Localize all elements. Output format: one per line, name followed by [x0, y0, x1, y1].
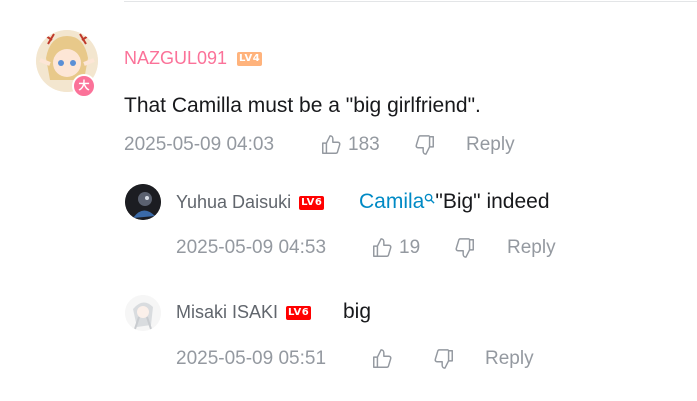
reply-username[interactable]: Yuhua Daisuki	[176, 192, 291, 213]
level-badge: LV6	[286, 305, 312, 320]
avatar-badge-label: 大	[78, 79, 90, 92]
reply-header: Yuhua Daisuki LV6	[176, 192, 325, 213]
reply-timestamp: 2025-05-09 04:53	[176, 237, 327, 258]
mention-link[interactable]: Camila	[359, 190, 424, 213]
thumbs-down-icon	[434, 349, 453, 369]
dislike-button[interactable]	[414, 134, 436, 156]
thumbs-up-icon	[322, 135, 341, 154]
avatar-image	[125, 295, 161, 331]
dislike-button[interactable]	[433, 348, 455, 370]
comment-header: NAZGUL091 LV4	[124, 48, 263, 69]
avatar-badge: 大	[72, 74, 96, 98]
like-button[interactable]: 183	[320, 134, 380, 156]
like-button[interactable]: 19	[371, 237, 420, 259]
top-divider	[124, 1, 697, 2]
like-button[interactable]	[371, 348, 393, 370]
reply-text: big	[343, 300, 372, 323]
comment-timestamp: 2025-05-09 04:03	[124, 134, 275, 155]
reply-button[interactable]: Reply	[485, 348, 534, 370]
reply-avatar[interactable]	[125, 184, 161, 220]
like-count: 183	[348, 134, 380, 155]
like-count: 19	[399, 237, 421, 258]
reply-timestamp: 2025-05-09 05:51	[176, 348, 327, 369]
reply-content: Camila "Big" indeed	[359, 190, 550, 214]
reply-text: "Big" indeed	[435, 190, 550, 213]
reply-avatar[interactable]	[125, 295, 161, 331]
comment-text: That Camilla must be a "big girlfriend".	[124, 94, 481, 117]
level-badge: LV4	[237, 51, 263, 66]
reply-button[interactable]: Reply	[507, 237, 556, 259]
level-badge: LV6	[299, 195, 325, 210]
comment-username[interactable]: NAZGUL091	[124, 48, 227, 69]
thumbs-down-icon	[415, 135, 434, 155]
reply-button[interactable]: Reply	[466, 134, 515, 156]
avatar-image	[125, 184, 161, 220]
reply-username[interactable]: Misaki ISAKI	[176, 302, 278, 323]
thumbs-up-icon	[373, 238, 392, 257]
thumbs-down-icon	[455, 238, 474, 258]
thumbs-up-icon	[373, 349, 392, 368]
reply-header: Misaki ISAKI LV6	[176, 302, 312, 323]
dislike-button[interactable]	[454, 237, 476, 259]
search-icon[interactable]	[424, 186, 435, 210]
